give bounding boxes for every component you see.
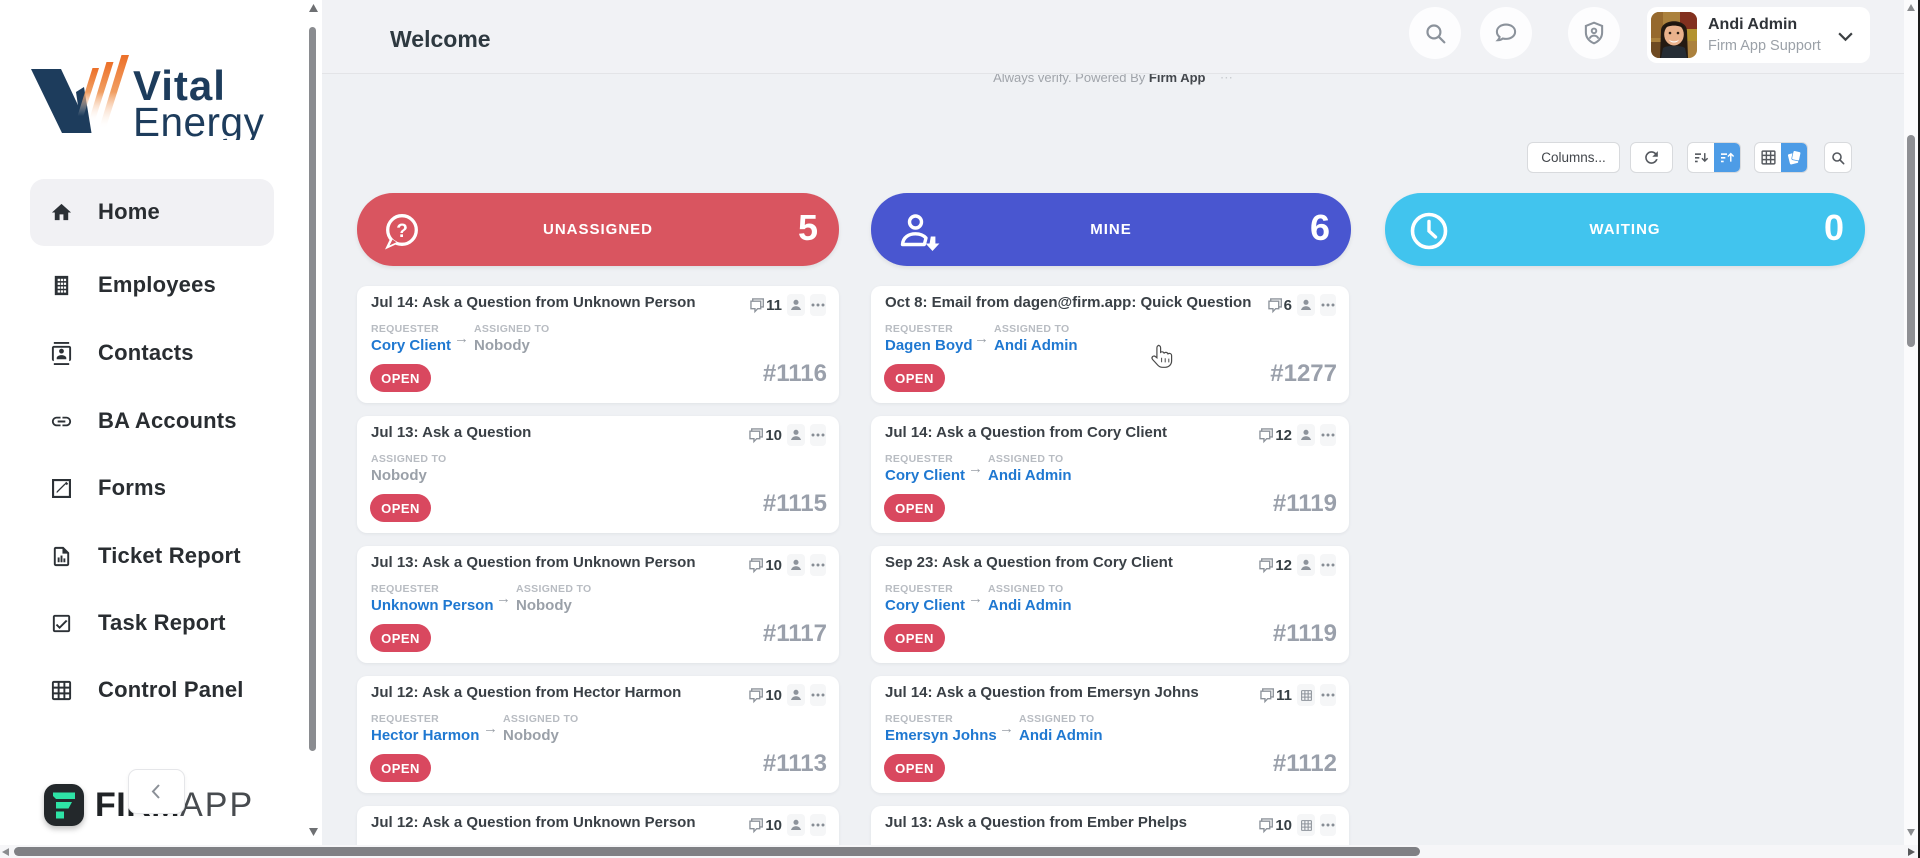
svg-text:Energy: Energy [133,99,265,140]
